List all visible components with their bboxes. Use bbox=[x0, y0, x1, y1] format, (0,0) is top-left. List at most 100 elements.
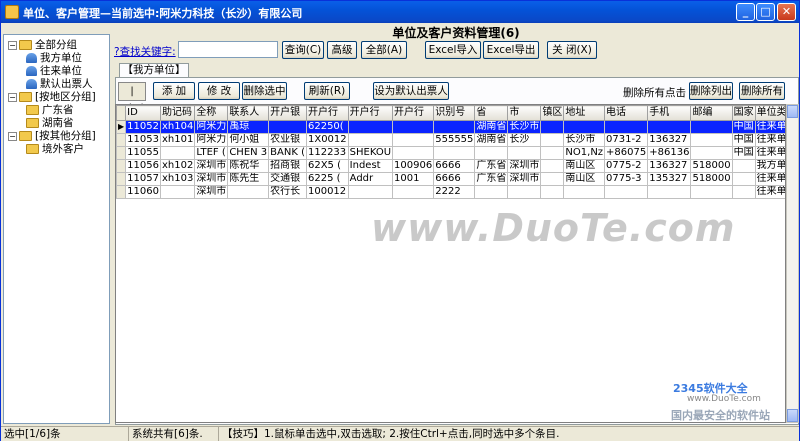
table-cell[interactable] bbox=[507, 146, 542, 160]
table-cell[interactable]: 往来单 bbox=[754, 133, 785, 147]
table-cell[interactable]: xh102 bbox=[159, 159, 196, 173]
table-cell[interactable]: 深圳市 bbox=[194, 159, 229, 173]
tree-item-partner-units[interactable]: 往来单位 bbox=[26, 65, 82, 77]
table-cell[interactable]: 136327 bbox=[647, 159, 692, 173]
query-button[interactable]: 查询(C) bbox=[282, 41, 324, 59]
add-button[interactable]: 添 加 bbox=[153, 82, 195, 100]
column-header[interactable]: 国家 bbox=[731, 105, 756, 121]
table-cell[interactable] bbox=[540, 159, 565, 173]
tree-item-our-units[interactable]: 我方单位 bbox=[26, 52, 82, 64]
table-cell[interactable] bbox=[731, 172, 756, 186]
maximize-button[interactable]: □ bbox=[756, 3, 775, 21]
table-cell[interactable]: 11053 bbox=[125, 133, 161, 147]
column-header[interactable]: 镇区 bbox=[540, 105, 565, 121]
table-cell[interactable]: SHEKOU bbox=[347, 146, 394, 160]
table-cell[interactable] bbox=[690, 185, 733, 199]
record-nav-arrows[interactable]: |<|>| bbox=[118, 82, 146, 114]
column-header[interactable]: 全称 bbox=[194, 105, 229, 121]
column-header[interactable]: 邮编 bbox=[690, 105, 733, 121]
delete-listed-button[interactable]: 删除列出 bbox=[689, 82, 733, 100]
table-cell[interactable]: xh101 bbox=[159, 133, 196, 147]
tree-item-all-groups[interactable]: − 全部分组 bbox=[8, 39, 77, 51]
table-cell[interactable] bbox=[540, 172, 565, 186]
table-cell[interactable]: 100012 bbox=[305, 185, 349, 199]
table-cell[interactable] bbox=[563, 185, 606, 199]
table-cell[interactable] bbox=[268, 120, 307, 134]
table-cell[interactable]: 往来单 bbox=[754, 185, 785, 199]
table-cell[interactable]: 交通银 bbox=[268, 172, 307, 186]
table-cell[interactable]: 往来单 bbox=[754, 172, 785, 186]
set-default-drawer-button[interactable]: 设为默认出票人 bbox=[373, 82, 449, 100]
table-cell[interactable] bbox=[540, 120, 565, 134]
tab-our-units[interactable]: 【我方单位】 bbox=[119, 63, 189, 77]
table-cell[interactable] bbox=[540, 146, 565, 160]
table-cell[interactable] bbox=[433, 120, 476, 134]
table-cell[interactable]: 深圳市 bbox=[194, 185, 229, 199]
table-cell[interactable]: 2222 bbox=[433, 185, 476, 199]
table-cell[interactable]: 阿米力 bbox=[194, 120, 229, 134]
table-cell[interactable]: 长沙 bbox=[507, 133, 542, 147]
tree-item-hunan[interactable]: 湖南省 bbox=[26, 117, 74, 129]
edit-button[interactable]: 修 改 bbox=[198, 82, 240, 100]
table-cell[interactable]: 135327 bbox=[647, 172, 692, 186]
table-cell[interactable] bbox=[604, 185, 649, 199]
table-row[interactable]: 11057 xh103 深圳市 陈先生 交通银 6225 (Addr 1001 6666 广东省… bbox=[116, 172, 785, 186]
table-cell[interactable]: 深圳市 bbox=[507, 172, 542, 186]
delete-all-button[interactable]: 删除所有 bbox=[739, 82, 785, 100]
table-cell[interactable]: CHEN 3 bbox=[227, 146, 270, 160]
close-button[interactable]: 关 闭(X) bbox=[547, 41, 597, 59]
table-cell[interactable]: 518000 bbox=[690, 172, 733, 186]
column-header[interactable]: 开户银 bbox=[268, 105, 307, 121]
table-cell[interactable]: Indest bbox=[347, 159, 394, 173]
table-cell[interactable]: 0775-2 bbox=[604, 159, 649, 173]
table-cell[interactable]: 陈先生 bbox=[227, 172, 270, 186]
table-row[interactable]: 11060 深圳市 农行长 100012 2222 往来单 bbox=[116, 185, 785, 199]
column-header[interactable]: 单位类 bbox=[754, 105, 785, 121]
table-row[interactable]: 11056 xh102 深圳市 陈祝华 招商银 62X5 (Indest 100906 666… bbox=[116, 159, 785, 173]
tree-item-by-other[interactable]: − [按其他分组] bbox=[8, 130, 96, 142]
table-cell[interactable] bbox=[474, 185, 509, 199]
column-header[interactable]: 识别号 bbox=[433, 105, 476, 121]
table-cell[interactable]: 518000 bbox=[690, 159, 733, 173]
table-cell[interactable]: 112233 bbox=[305, 146, 349, 160]
table-cell[interactable] bbox=[159, 146, 196, 160]
column-header[interactable]: 电话 bbox=[604, 105, 649, 121]
table-cell[interactable]: xh103 bbox=[159, 172, 196, 186]
delete-selected-button[interactable]: 删除选中 bbox=[242, 82, 287, 100]
table-cell[interactable]: 广东省 bbox=[474, 172, 509, 186]
table-cell[interactable]: 100906 bbox=[392, 159, 435, 173]
column-header[interactable]: 省 bbox=[474, 105, 509, 121]
table-row[interactable]: ▶ 11052 xh104 阿米力 禹琼 62250(湖南省 长沙市 中国 往来单 bbox=[116, 120, 785, 134]
table-cell[interactable]: 11052 bbox=[125, 120, 161, 134]
table-cell[interactable]: NO1,Nz bbox=[563, 146, 606, 160]
table-cell[interactable]: 广东省 bbox=[474, 159, 509, 173]
table-cell[interactable]: 6225 ( bbox=[305, 172, 349, 186]
table-cell[interactable] bbox=[347, 120, 394, 134]
table-cell[interactable]: 深圳市 bbox=[507, 159, 542, 173]
table-cell[interactable] bbox=[647, 120, 692, 134]
column-header[interactable]: 地址 bbox=[563, 105, 606, 121]
table-cell[interactable]: 0731-2 bbox=[604, 133, 649, 147]
table-cell[interactable] bbox=[647, 185, 692, 199]
table-cell[interactable]: 长沙市 bbox=[563, 133, 606, 147]
table-cell[interactable] bbox=[433, 146, 476, 160]
table-cell[interactable]: 深圳市 bbox=[194, 172, 229, 186]
collapse-icon[interactable]: − bbox=[8, 131, 17, 141]
table-cell[interactable] bbox=[731, 185, 756, 199]
advanced-button[interactable]: 高级 bbox=[327, 41, 357, 59]
table-cell[interactable] bbox=[604, 120, 649, 134]
table-cell[interactable]: 6666 bbox=[433, 172, 476, 186]
column-header[interactable]: 开户行 bbox=[305, 105, 349, 121]
search-label[interactable]: ?查找关键字: bbox=[114, 44, 176, 59]
scroll-up-button[interactable] bbox=[787, 105, 798, 118]
table-cell[interactable]: 6666 bbox=[433, 159, 476, 173]
table-row[interactable]: 11055 LTEF (CHEN 3 BANK (112233 SHEKOU NO1,N… bbox=[116, 146, 785, 160]
table-cell[interactable]: xh104 bbox=[159, 120, 196, 134]
table-cell[interactable]: 湖南省 bbox=[474, 133, 509, 147]
tree-item-default-drawer[interactable]: 默认出票人 bbox=[26, 78, 93, 90]
table-cell[interactable]: 11055 bbox=[125, 146, 161, 160]
column-header[interactable]: 手机 bbox=[647, 105, 692, 121]
search-input[interactable] bbox=[178, 41, 278, 58]
column-header[interactable]: 助记码 bbox=[159, 105, 196, 121]
tree-item-by-region[interactable]: − [按地区分组] bbox=[8, 91, 96, 103]
